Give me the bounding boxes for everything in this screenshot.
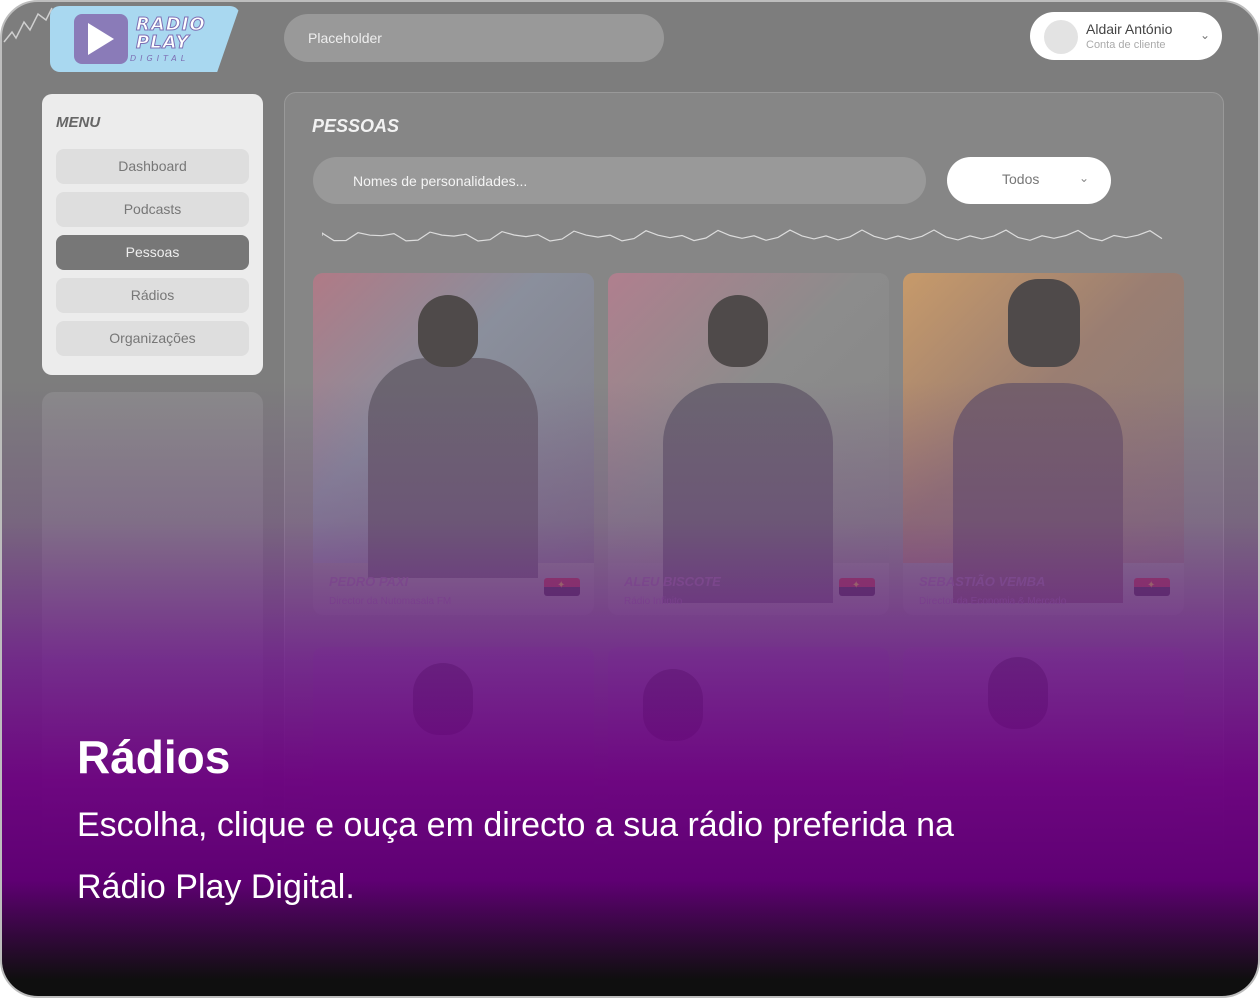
chevron-down-icon: ⌄	[1079, 171, 1090, 185]
sidebar-item-organizacoes[interactable]: Organizações	[56, 321, 249, 356]
person-card[interactable]: PEDRO PAXI Director da Nutomasala FM ✦	[313, 273, 594, 615]
page-title: PESSOAS	[312, 116, 400, 136]
sidebar-item-dashboard[interactable]: Dashboard	[56, 149, 249, 184]
person-photo	[313, 273, 594, 578]
person-role: Rádio Infinito	[624, 596, 683, 607]
brand-logo[interactable]: RADIO PLAY DIGITAL	[50, 6, 240, 72]
angola-flag-icon: ✦	[839, 578, 875, 596]
sidebar-item-radios[interactable]: Rádios	[56, 278, 249, 313]
brand-line3: DIGITAL	[130, 54, 190, 63]
angola-flag-icon: ✦	[544, 578, 580, 596]
person-card[interactable]: ALEU BISCOTE Rádio Infinito ✦	[608, 273, 889, 615]
person-photo	[608, 273, 889, 603]
person-role: Director da Nutomasala FM	[329, 596, 452, 607]
promo-description: Escolha, clique e ouça em directo a sua …	[77, 806, 954, 906]
brand-line2: PLAY	[136, 32, 190, 54]
person-photo	[903, 273, 1184, 603]
sidebar-title: MENU	[56, 114, 101, 131]
person-name: SEBASTIÃO VEMBA	[919, 574, 1046, 589]
chevron-down-icon[interactable]: ⌄	[1200, 28, 1210, 42]
app-frame: RADIO PLAY DIGITAL Aldair António Conta …	[0, 0, 1260, 998]
user-role: Conta de cliente	[1086, 39, 1166, 51]
sidebar-item-podcasts[interactable]: Podcasts	[56, 192, 249, 227]
person-name: PEDRO PAXI	[329, 574, 409, 589]
sidebar-item-pessoas[interactable]: Pessoas	[56, 235, 249, 270]
promo-headline: Rádios	[77, 731, 231, 783]
people-search-input[interactable]	[313, 157, 926, 204]
wave-divider-icon	[322, 229, 1163, 242]
filter-selected-value: Todos	[1002, 171, 1040, 187]
play-icon	[74, 14, 128, 64]
avatar	[1044, 20, 1078, 54]
global-search-input[interactable]	[284, 14, 664, 62]
person-card[interactable]: SEBASTIÃO VEMBA Director da Economia & M…	[903, 273, 1184, 615]
user-menu[interactable]: Aldair António Conta de cliente ⌄	[1030, 12, 1222, 60]
angola-flag-icon: ✦	[1134, 578, 1170, 596]
person-name: ALEU BISCOTE	[624, 574, 721, 589]
sidebar-menu: MENU Dashboard Podcasts Pessoas Rádios O…	[42, 94, 263, 375]
user-name: Aldair António	[1086, 21, 1173, 37]
filter-select[interactable]: Todos ⌄	[947, 157, 1111, 204]
person-role: Director da Economia & Mercado	[919, 596, 1067, 607]
